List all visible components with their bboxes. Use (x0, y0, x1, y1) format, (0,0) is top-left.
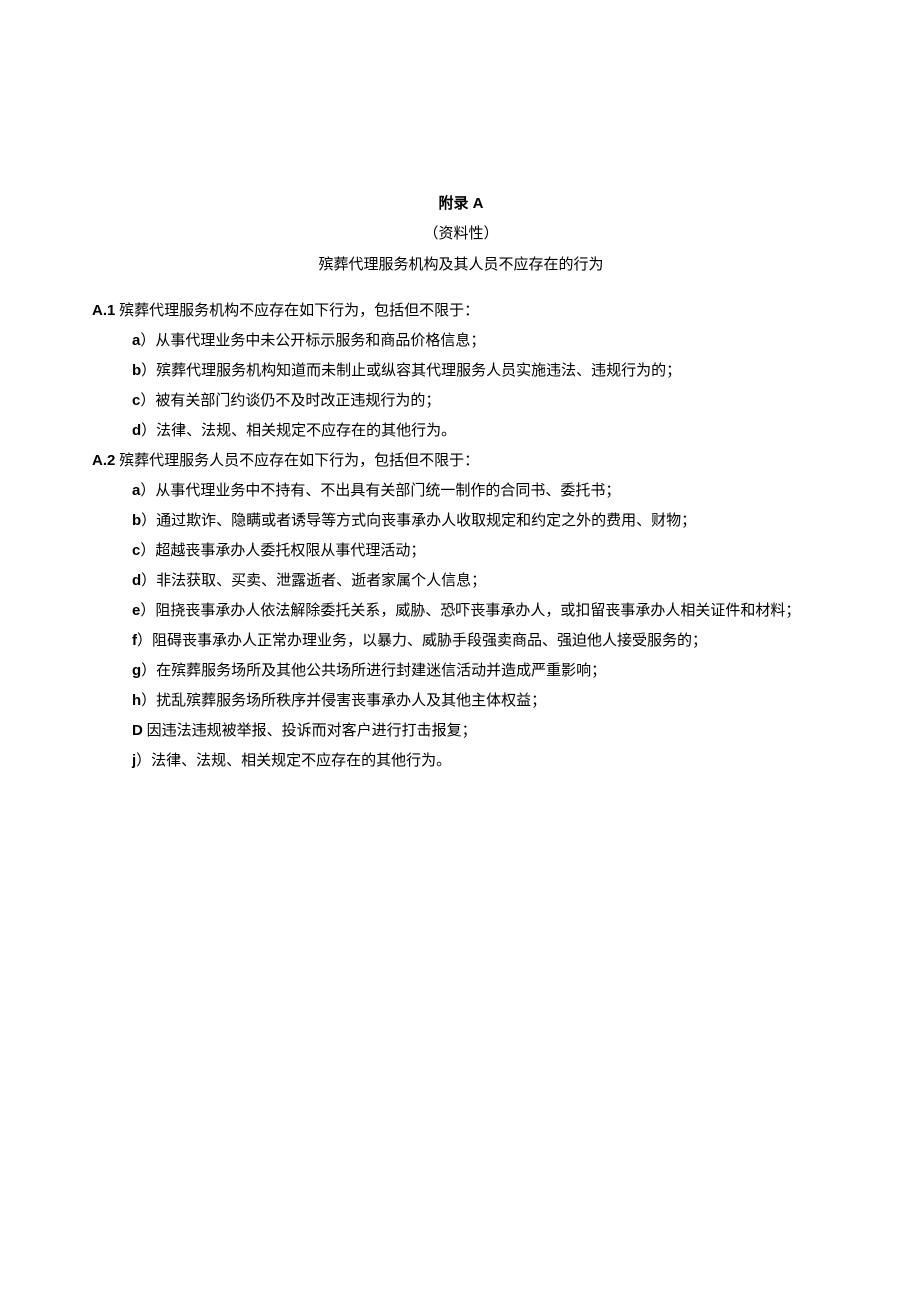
item-letter: g (132, 662, 141, 679)
item-letter: h (132, 692, 141, 709)
appendix-heading: 殡葬代理服务机构及其人员不应存在的行为 (86, 252, 836, 279)
list-item: c）超越丧事承办人委托权限从事代理活动； (132, 537, 836, 565)
list-item: j）法律、法规、相关规定不应存在的其他行为。 (132, 747, 836, 775)
section-title-text: 殡葬代理服务机构不应存在如下行为，包括但不限于： (115, 303, 479, 319)
item-text: 因违法违规被举报、投诉而对客户进行打击报复； (143, 723, 477, 739)
list-item: D 因违法违规被举报、投诉而对客户进行打击报复； (132, 717, 836, 745)
document-page: 附录 A （资料性） 殡葬代理服务机构及其人员不应存在的行为 A.1 殡葬代理服… (0, 0, 920, 837)
list-item: g）在殡葬服务场所及其他公共场所进行封建迷信活动并造成严重影响； (132, 657, 836, 685)
section-a1-list: a）从事代理业务中未公开标示服务和商品价格信息； b）殡葬代理服务机构知道而未制… (86, 327, 836, 445)
list-item: a）从事代理业务中未公开标示服务和商品价格信息； (132, 327, 836, 355)
item-text: ）被有关部门约谈仍不及时改正违规行为的； (140, 393, 440, 409)
item-text: ）非法获取、买卖、泄露逝者、逝者家属个人信息； (141, 573, 486, 589)
section-a1: A.1 殡葬代理服务机构不应存在如下行为，包括但不限于： a）从事代理业务中未公… (86, 297, 836, 445)
item-text: ）法律、法规、相关规定不应存在的其他行为。 (136, 753, 451, 769)
appendix-title: 附录 A (86, 190, 836, 217)
section-number: A.2 (92, 452, 115, 469)
item-text: ）超越丧事承办人委托权限从事代理活动； (140, 543, 425, 559)
item-text: ）从事代理业务中未公开标示服务和商品价格信息； (140, 333, 485, 349)
item-text: ）阻碍丧事承办人正常办理业务，以暴力、威胁手段强卖商品、强迫他人接受服务的； (137, 633, 707, 649)
appendix-subtitle: （资料性） (86, 221, 836, 248)
list-item: d）非法获取、买卖、泄露逝者、逝者家属个人信息； (132, 567, 836, 595)
section-a2: A.2 殡葬代理服务人员不应存在如下行为，包括但不限于： a）从事代理业务中不持… (86, 447, 836, 775)
list-item: b）殡葬代理服务机构知道而未制止或纵容其代理服务人员实施违法、违规行为的； (132, 357, 836, 385)
list-item: f）阻碍丧事承办人正常办理业务，以暴力、威胁手段强卖商品、强迫他人接受服务的； (132, 627, 836, 655)
item-text: ）在殡葬服务场所及其他公共场所进行封建迷信活动并造成严重影响； (141, 663, 606, 679)
section-number: A.1 (92, 302, 115, 319)
item-letter: b (132, 512, 141, 529)
section-a2-title: A.2 殡葬代理服务人员不应存在如下行为，包括但不限于： (92, 447, 836, 475)
item-letter: b (132, 362, 141, 379)
item-text: ）法律、法规、相关规定不应存在的其他行为。 (141, 423, 456, 439)
list-item: d）法律、法规、相关规定不应存在的其他行为。 (132, 417, 836, 445)
list-item: c）被有关部门约谈仍不及时改正违规行为的； (132, 387, 836, 415)
item-text: ）阻挠丧事承办人依法解除委托关系，威胁、恐吓丧事承办人，或扣留丧事承办人相关证件… (140, 603, 800, 619)
section-title-text: 殡葬代理服务人员不应存在如下行为，包括但不限于： (115, 453, 479, 469)
section-a2-list: a）从事代理业务中不持有、不出具有关部门统一制作的合同书、委托书； b）通过欺诈… (86, 477, 836, 775)
item-letter: d (132, 422, 141, 439)
list-item: h）扰乱殡葬服务场所秩序并侵害丧事承办人及其他主体权益； (132, 687, 836, 715)
list-item: a）从事代理业务中不持有、不出具有关部门统一制作的合同书、委托书； (132, 477, 836, 505)
list-item: e）阻挠丧事承办人依法解除委托关系，威胁、恐吓丧事承办人，或扣留丧事承办人相关证… (132, 597, 836, 625)
section-a1-title: A.1 殡葬代理服务机构不应存在如下行为，包括但不限于： (92, 297, 836, 325)
item-text: ）从事代理业务中不持有、不出具有关部门统一制作的合同书、委托书； (140, 483, 620, 499)
item-text: ）殡葬代理服务机构知道而未制止或纵容其代理服务人员实施违法、违规行为的； (141, 363, 681, 379)
item-letter: D (132, 722, 143, 739)
item-text: ）通过欺诈、隐瞒或者诱导等方式向丧事承办人收取规定和约定之外的费用、财物； (141, 513, 696, 529)
item-text: ）扰乱殡葬服务场所秩序并侵害丧事承办人及其他主体权益； (141, 693, 546, 709)
document-header: 附录 A （资料性） 殡葬代理服务机构及其人员不应存在的行为 (86, 190, 836, 279)
item-letter: d (132, 572, 141, 589)
list-item: b）通过欺诈、隐瞒或者诱导等方式向丧事承办人收取规定和约定之外的费用、财物； (132, 507, 836, 535)
